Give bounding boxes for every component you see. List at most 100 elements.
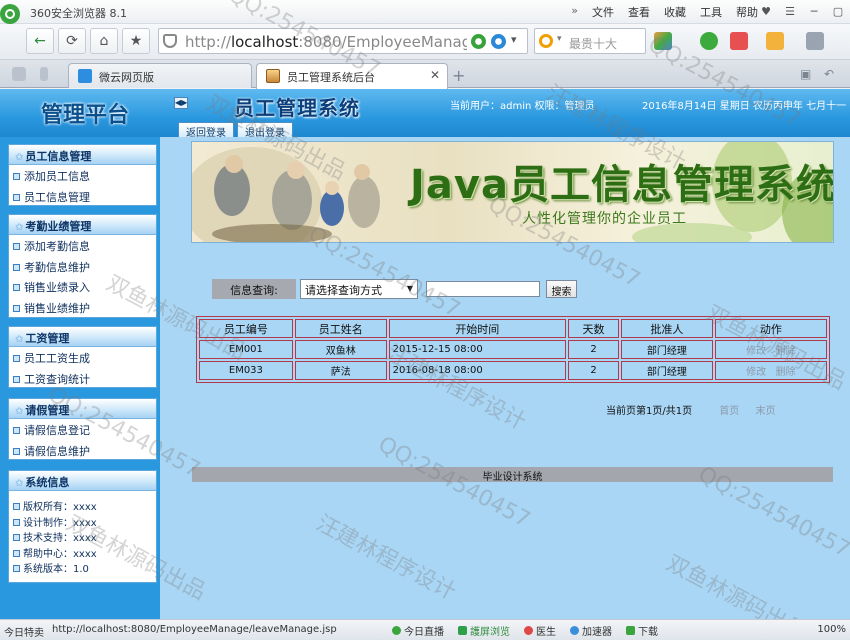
maximize-icon[interactable]: ▢ xyxy=(826,0,850,22)
live-icon xyxy=(392,626,401,635)
leave-table: 员工编号 员工姓名 开始时间 天数 批准人 动作 EM001 双鱼林 2015-… xyxy=(196,316,830,383)
status-eye-protect[interactable]: 護屏浏览 xyxy=(458,623,510,638)
first-page-link[interactable]: 首页 xyxy=(719,406,739,417)
ie-mode-icon[interactable] xyxy=(491,34,506,49)
status-download[interactable]: 下载 xyxy=(626,623,658,638)
cell-start-time: 2015-12-15 08:00 xyxy=(388,340,567,359)
new-tab-button[interactable]: + xyxy=(452,66,472,85)
search-engine-icon xyxy=(539,34,553,48)
system-title: 员工管理系统 xyxy=(234,96,360,120)
collapse-sidebar-icon[interactable]: ◀▶ xyxy=(174,97,188,109)
close-tab-icon[interactable]: ✕ xyxy=(430,68,440,82)
query-type-select[interactable]: 请选择查询方式 ▼ xyxy=(300,279,418,299)
star-icon: ✩ xyxy=(15,222,24,233)
doctor-icon xyxy=(524,626,533,635)
status-live[interactable]: 今日直播 xyxy=(392,623,444,638)
skin-icon[interactable]: ♥ xyxy=(754,0,778,22)
menu-favorites[interactable]: 收藏 xyxy=(664,4,686,20)
sidebar-item-leave-maintain[interactable]: 请假信息维护 xyxy=(9,440,156,461)
apps-icon[interactable] xyxy=(654,32,672,50)
cell-start-time: 2016-08-18 08:00 xyxy=(388,361,567,380)
tab-label: 微云网页版 xyxy=(99,71,154,84)
minimize-icon[interactable]: ─ xyxy=(802,0,826,22)
delete-link[interactable]: 删除 xyxy=(776,346,796,357)
cloud-icon[interactable] xyxy=(12,67,26,81)
extension-icon[interactable] xyxy=(766,32,784,50)
search-engine-dropdown-icon[interactable]: ▾ xyxy=(557,34,562,44)
home-button[interactable]: ⌂ xyxy=(90,28,118,54)
table-header-row: 员工编号 员工姓名 开始时间 天数 批准人 动作 xyxy=(199,319,827,338)
browser-statusbar: 今日特卖 http://localhost:8080/EmployeeManag… xyxy=(0,619,850,640)
search-row: 信息查询: 请选择查询方式 ▼ 搜索 xyxy=(212,279,832,299)
sidebar-item-generate-salary[interactable]: 员工工资生成 xyxy=(9,347,156,368)
cell-days: 2 xyxy=(568,361,620,380)
last-page-link[interactable]: 末页 xyxy=(755,406,775,417)
panel-title[interactable]: ✩ 请假管理 xyxy=(9,399,156,419)
panel-title[interactable]: ✩ 考勤业绩管理 xyxy=(9,215,156,235)
menu-tools[interactable]: 工具 xyxy=(700,4,722,20)
refresh-icon: ⟳ xyxy=(66,33,78,49)
page-favicon-icon xyxy=(266,69,280,83)
info-version: 系统版本：1.0 xyxy=(9,559,156,575)
sidebar-item-manage-employee[interactable]: 员工信息管理 xyxy=(9,186,156,207)
menu-file[interactable]: 文件 xyxy=(592,4,614,20)
address-bar[interactable]: http://localhost:8080/EmployeeManage/ma … xyxy=(158,28,528,54)
status-doctor[interactable]: 医生 xyxy=(524,623,556,638)
tab-list-icon[interactable]: ▣ xyxy=(800,67,816,81)
address-url[interactable]: http://localhost:8080/EmployeeManage/ma xyxy=(185,33,467,51)
panel-title[interactable]: ✩ 员工信息管理 xyxy=(9,145,156,165)
sidebar-item-salary-stats[interactable]: 工资查询统计 xyxy=(9,368,156,389)
bullet-icon xyxy=(13,355,20,362)
panel-title[interactable]: ✩ 工资管理 xyxy=(9,327,156,347)
tab-employee-admin[interactable]: 员工管理系统后台 ✕ xyxy=(256,63,448,89)
favorite-button[interactable]: ★ xyxy=(122,28,150,54)
edit-link[interactable]: 修改 xyxy=(746,367,766,378)
download-icon xyxy=(626,626,635,635)
zoom-level[interactable]: 100% xyxy=(817,624,846,635)
search-button[interactable]: 搜索 xyxy=(546,280,577,298)
back-button[interactable]: ← xyxy=(26,28,54,54)
sidebar-item-add-attendance[interactable]: 添加考勤信息 xyxy=(9,235,156,256)
delete-link[interactable]: 删除 xyxy=(776,367,796,378)
bullet-icon xyxy=(13,284,20,291)
browser-toolbar: ← ⟳ ⌂ ★ http://localhost:8080/EmployeeMa… xyxy=(0,24,850,60)
menu-lines-icon[interactable]: ☰ xyxy=(778,0,802,22)
sidebar-item-add-employee[interactable]: 添加员工信息 xyxy=(9,165,156,186)
mobile-icon[interactable] xyxy=(40,67,48,81)
browser-search-box[interactable]: ▾ 最贵十大 xyxy=(534,28,646,54)
panel-system-info: ✩ 系统信息 版权所有：xxxx 设计制作：xxxx 技术支持：xxxx 帮助中心… xyxy=(8,470,157,583)
bullet-icon xyxy=(13,447,20,455)
security-guard-icon[interactable] xyxy=(700,32,718,50)
sidebar-item-sales-entry[interactable]: 销售业绩录入 xyxy=(9,276,156,297)
search-input[interactable] xyxy=(426,281,540,297)
status-deals[interactable]: 今日特卖 xyxy=(4,624,44,639)
edit-link[interactable]: 修改 xyxy=(746,346,766,357)
menu-more-icon[interactable]: » xyxy=(571,4,578,20)
status-items: 今日直播 護屏浏览 医生 加速器 下载 xyxy=(392,623,658,638)
pdf-tool-icon[interactable] xyxy=(730,32,748,50)
sidebar-item-leave-register[interactable]: 请假信息登记 xyxy=(9,419,156,440)
undo-close-icon[interactable]: ↶ xyxy=(824,67,840,81)
cell-actions: 修改 删除 xyxy=(714,361,827,380)
back-to-login-link[interactable]: 返回登录 xyxy=(178,122,234,139)
sidebar-item-sales-maintain[interactable]: 销售业绩维护 xyxy=(9,297,156,318)
browser-menu: » 文件 查看 收藏 工具 帮助 xyxy=(571,4,758,20)
panel-title[interactable]: ✩ 系统信息 xyxy=(9,471,156,491)
weiyun-favicon-icon xyxy=(78,69,92,83)
sidebar-item-maintain-attendance[interactable]: 考勤信息维护 xyxy=(9,256,156,277)
compat-mode-icon[interactable] xyxy=(471,34,486,49)
cell-actions: 修改 删除 xyxy=(714,340,827,359)
pagination: 当前页第1页/共1页 首页 末页 xyxy=(606,402,775,417)
address-dropdown-icon[interactable]: ▾ xyxy=(511,33,517,46)
tab-weiyun[interactable]: 微云网页版 xyxy=(68,63,252,88)
page-status: 当前页第1页/共1页 xyxy=(606,406,693,417)
col-approver: 批准人 xyxy=(621,319,713,338)
accelerator-icon xyxy=(570,626,579,635)
more-tools-icon[interactable] xyxy=(806,32,824,50)
current-user-info: 当前用户：admin 权限：管理员 xyxy=(450,101,595,112)
menu-view[interactable]: 查看 xyxy=(628,4,650,20)
refresh-button[interactable]: ⟳ xyxy=(58,28,86,54)
panel-leave: ✩ 请假管理 请假信息登记 请假信息维护 xyxy=(8,398,157,460)
logout-link[interactable]: 退出登录 xyxy=(237,122,293,139)
status-accelerator[interactable]: 加速器 xyxy=(570,623,612,638)
